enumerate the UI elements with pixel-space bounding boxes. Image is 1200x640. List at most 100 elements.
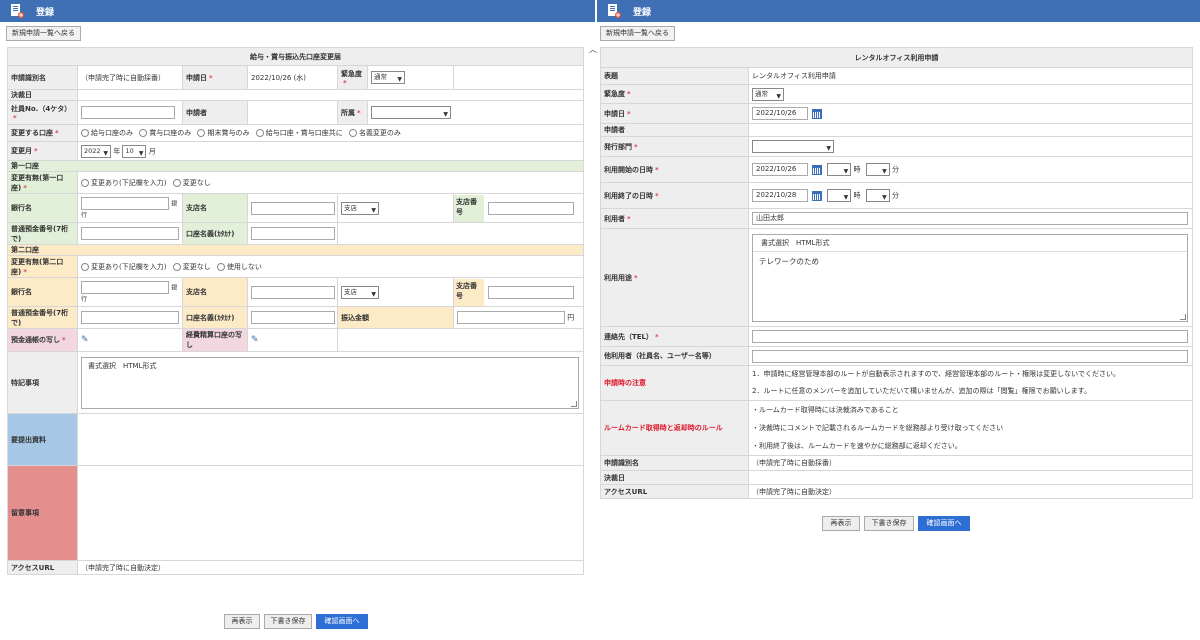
branch-type-select[interactable]: 支店 ▼ [341,201,379,215]
confirm-button[interactable]: 確認画面へ [918,516,970,531]
account-no2-input[interactable] [81,311,179,324]
label-access-url: アクセスURL [7,560,78,575]
label-card-rule: ルームカード取得時と返却時のルール [604,424,723,432]
contact-input[interactable] [752,330,1188,343]
caution-content [77,465,584,561]
branch-type2-select[interactable]: 支店 ▼ [341,285,379,299]
end-hour-select[interactable]: ▼ [827,189,852,202]
branch-no2-input[interactable] [488,285,574,299]
account-holder2-input[interactable] [251,311,335,324]
value-access-url: （申請完了時に自動決定） [77,560,584,575]
purpose-format-label: 書式選択 HTML形式 [753,235,1187,252]
left-topbar: 登録 [0,0,595,22]
purpose-textarea[interactable]: 書式選択 HTML形式 テレワークのため [752,233,1188,322]
chevron-down-icon: ▼ [776,92,781,100]
label-account-holder: 口座名義(ｶﾀｶﾅ) [182,222,248,245]
value-applicant [748,123,1193,137]
form-title: レンタルオフィス利用申請 [600,47,1193,68]
branch-name2-input[interactable] [251,285,335,299]
radio-target-2[interactable]: 期末賞与のみ [197,128,249,138]
value-doc-id: （申請完了時に自動採番） [77,65,183,90]
label-bank-name: 銀行名 [7,193,78,223]
confirm-button[interactable]: 確認画面へ [316,614,368,629]
end-minute-select[interactable]: ▼ [865,189,890,202]
radio-target-1[interactable]: 賞与口座のみ [139,128,191,138]
urgency-select[interactable]: 通常 ▼ [752,87,784,101]
chevron-down-icon: ▼ [843,168,849,175]
dept-select[interactable]: ▼ [371,106,451,119]
other-users-input[interactable] [752,349,1188,363]
section-first-account: 第一口座 [7,160,584,172]
label-decision-date: 決裁日 [600,470,749,485]
radio-target-0[interactable]: 給与口座のみ [81,128,133,138]
label-branch-name: 支店名 [182,193,248,223]
paperclip-icon[interactable]: ✎ [81,335,89,345]
resize-grip-icon[interactable] [571,400,577,407]
back-to-list-button[interactable]: 新規申請一覧へ戻る [600,26,675,41]
calendar-icon[interactable] [812,164,822,175]
branch-name-input[interactable] [251,201,335,215]
radio-change1-0[interactable]: 変更あり(下記欄を入力) [81,178,166,188]
chevron-down-icon: ▼ [882,168,887,175]
radio-change2-2[interactable]: 使用しない [216,262,262,272]
month-select[interactable]: 10 ▼ [122,144,147,158]
bank-name-input[interactable] [81,197,169,210]
label-target-account: 変更する口座 [11,129,53,137]
chevron-down-icon: ▼ [443,111,448,118]
account-holder-input[interactable] [251,227,335,240]
transfer-amount-input[interactable] [457,311,565,324]
label-branch-no2: 支店番号 [454,278,484,306]
start-hour-select[interactable]: ▼ [827,163,852,176]
radio-change2-0[interactable]: 変更あり(下記欄を入力) [81,262,166,272]
label-applicant: 申請者 [182,100,248,125]
redisplay-button[interactable]: 再表示 [822,516,860,531]
radio-target-4[interactable]: 名義変更のみ [348,128,401,138]
emp-no-input[interactable] [81,106,175,119]
urgency-select[interactable]: 通常 ▼ [371,71,405,84]
document-add-icon [11,4,24,18]
notice-line-1: 1．申請時に経営管理本部のルートが自動表示されますので、経営管理本部のルート・権… [752,370,1120,378]
label-dept: 所属 [341,108,355,117]
calendar-icon[interactable] [812,190,822,201]
label-issuing-dept: 発行部門 [604,142,632,151]
redisplay-button[interactable]: 再表示 [224,614,260,629]
radio-target-3[interactable]: 給与口座・賞与口座共に [255,128,343,138]
left-topbar-title: 登録 [36,8,55,18]
notes-format-label: 書式選択 HTML形式 [88,361,157,370]
start-date-input[interactable]: 2022/10/26 [752,163,808,176]
right-form: レンタルオフィス利用申請 表題 レンタルオフィス利用申請 緊急度 * 通常 ▼ 申請… [600,47,1193,499]
save-draft-button[interactable]: 下書き保存 [264,614,312,629]
paperclip-icon[interactable]: ✎ [251,335,259,345]
apply-date-input[interactable]: 2022/10/26 [752,107,808,120]
section-second-account: 第二口座 [7,244,584,256]
label-other-users: 他利用者（社員名、ユーザー名等） [600,346,749,366]
label-applicant: 申請者 [600,123,749,137]
branch-no-input[interactable] [488,201,574,215]
label-apply-date: 申請日 [604,109,625,118]
save-draft-button[interactable]: 下書き保存 [864,516,914,531]
bank-name2-input[interactable] [81,281,169,294]
radio-change1-1[interactable]: 変更なし [172,178,211,188]
label-subject: 表題 [600,67,749,85]
scroll-up-icon[interactable]: ︿ [589,44,597,55]
label-user: 利用者 [604,214,625,223]
rule-line-3: ・利用終了後は、ルームカードを速やかに総務部に返却ください。 [752,442,962,450]
label-apply-date: 申請日 [186,73,207,82]
notes-textarea[interactable]: 書式選択 HTML形式 [81,356,579,409]
label-branch-no: 支店番号 [454,194,484,222]
resize-grip-icon[interactable] [1180,313,1186,320]
label-decision-date: 決裁日 [7,89,78,101]
label-contact: 連絡先（TEL） [604,332,654,341]
account-no-input[interactable] [81,227,179,240]
radio-change2-1[interactable]: 変更なし [172,262,211,272]
back-to-list-button[interactable]: 新規申請一覧へ戻る [6,26,81,41]
end-date-input[interactable]: 2022/10/28 [752,189,808,202]
start-minute-select[interactable]: ▼ [865,163,890,176]
year-select[interactable]: 2022 ▼ [81,144,111,158]
calendar-icon[interactable] [812,108,822,119]
issuing-dept-select[interactable]: ▼ [752,140,834,153]
user-input[interactable]: 山田太郎 [752,212,1188,225]
label-doc-id: 申請識別名 [600,455,749,471]
label-notes: 特記事項 [7,351,78,414]
notice-line-2: 2．ルートに任意のメンバーを追加していただいて構いませんが、追加の際は「閲覧」権… [752,387,1091,395]
